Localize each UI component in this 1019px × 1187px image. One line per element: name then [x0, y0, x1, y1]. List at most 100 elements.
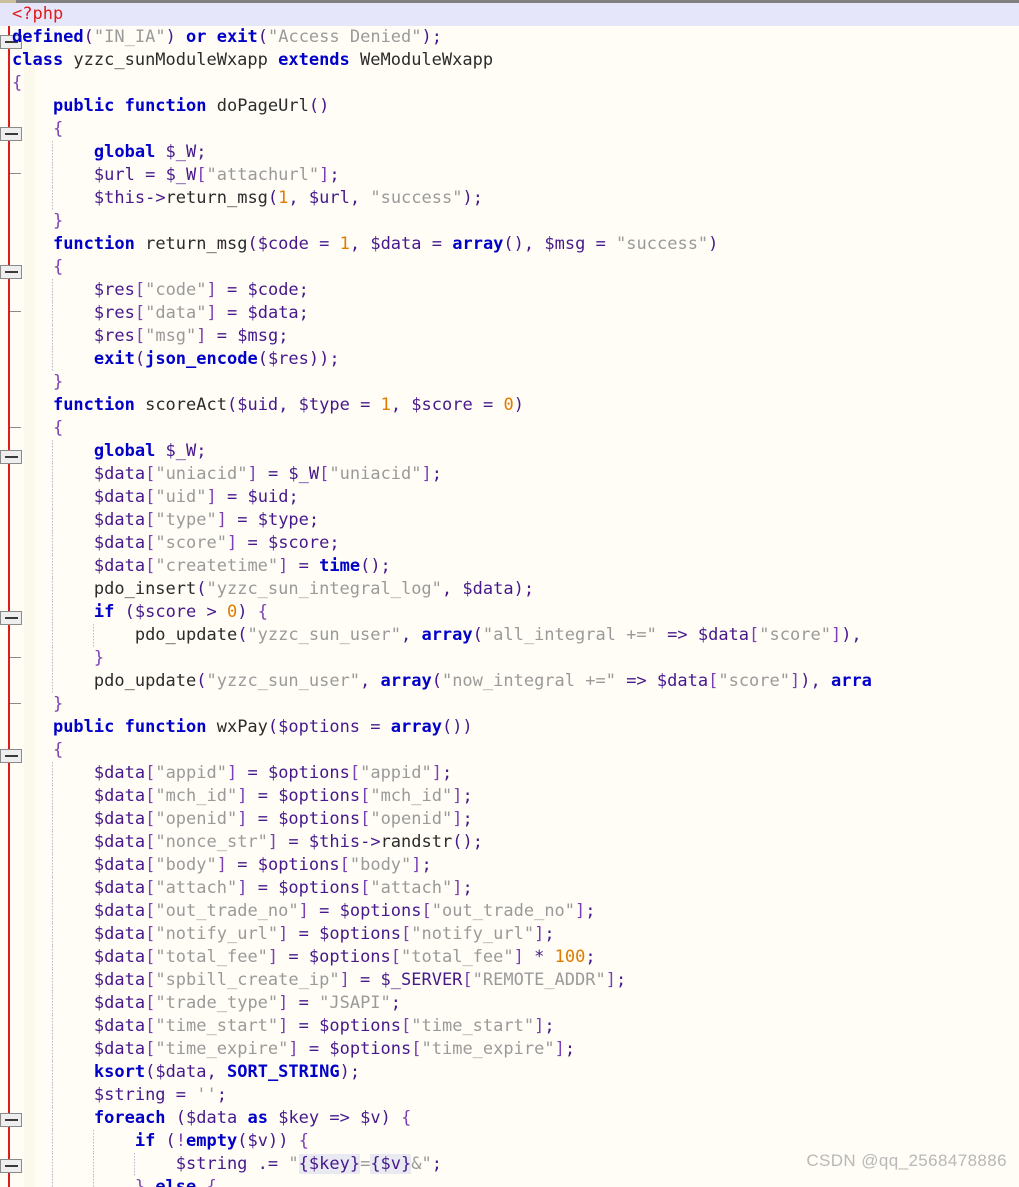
indent-guide — [51, 141, 53, 164]
code-token-kw: ksort — [93, 1062, 146, 1082]
code-line[interactable]: global $_W; — [0, 141, 1019, 164]
code-line[interactable]: $data["appid"] = $options["appid"]; — [0, 762, 1019, 785]
code-line[interactable]: $data["spbill_create_ip"] = $_SERVER["RE… — [0, 969, 1019, 992]
code-line[interactable]: pdo_insert("yzzc_sun_integral_log", $dat… — [0, 578, 1019, 601]
code-token-var: $data — [93, 1039, 146, 1059]
code-line[interactable]: $data["notify_url"] = $options["notify_u… — [0, 923, 1019, 946]
code-line[interactable]: $data["attach"] = $options["attach"]; — [0, 877, 1019, 900]
code-token-brc: ] — [216, 510, 227, 530]
code-token-var: $data — [155, 1062, 207, 1082]
code-line[interactable]: if ($score > 0) { — [0, 601, 1019, 624]
code-token-num: 1 — [278, 188, 289, 208]
code-token-pun: ; — [288, 487, 299, 507]
code-editor-surface[interactable]: <?php defined("IN_IA") or exit("Access De… — [0, 3, 1019, 1187]
code-line[interactable]: } — [0, 210, 1019, 233]
code-token-str: "notify_url" — [411, 924, 535, 944]
code-token-brc: [ — [360, 878, 371, 898]
indent-guide — [51, 1038, 53, 1061]
code-line[interactable]: $res["code"] = $code; — [0, 279, 1019, 302]
code-token-kw: empty — [186, 1131, 238, 1151]
code-line[interactable]: global $_W; — [0, 440, 1019, 463]
code-token-var: $options — [257, 855, 340, 875]
code-line[interactable]: pdo_update("yzzc_sun_user", array("all_i… — [0, 624, 1019, 647]
code-line[interactable]: $data["time_start"] = $options["time_sta… — [0, 1015, 1019, 1038]
code-line[interactable]: $string .= "{$key}={$v}&"; — [0, 1153, 1019, 1176]
code-token-kw: exit — [216, 27, 258, 47]
code-line[interactable]: $data["out_trade_no"] = $options["out_tr… — [0, 900, 1019, 923]
code-token-brc: [ — [145, 786, 156, 806]
code-token-pun: ; — [278, 326, 289, 346]
code-line[interactable]: $data["nonce_str"] = $this->randstr(); — [0, 831, 1019, 854]
code-token-var: $data — [93, 901, 146, 921]
code-line[interactable]: pdo_update("yzzc_sun_user", array("now_i… — [0, 670, 1019, 693]
code-line[interactable]: if (!empty($v)) { — [0, 1130, 1019, 1153]
indent-guide — [51, 624, 53, 647]
code-line[interactable]: $data["uid"] = $uid; — [0, 486, 1019, 509]
code-line[interactable]: $string = ''; — [0, 1084, 1019, 1107]
code-line[interactable]: $data["time_expire"] = $options["time_ex… — [0, 1038, 1019, 1061]
code-token-kw: or — [186, 27, 207, 47]
code-line[interactable]: function scoreAct($uid, $type = 1, $scor… — [0, 394, 1019, 417]
code-line[interactable]: public function wxPay($options = array()… — [0, 716, 1019, 739]
code-line[interactable]: $data["createtime"] = time(); — [0, 555, 1019, 578]
code-line[interactable]: $data["mch_id"] = $options["mch_id"]; — [0, 785, 1019, 808]
code-token-pun: ; — [298, 303, 309, 323]
code-line[interactable]: ksort($data, SORT_STRING); — [0, 1061, 1019, 1084]
code-token-kw: extends — [278, 50, 350, 70]
code-line[interactable]: $data["trade_type"] = "JSAPI"; — [0, 992, 1019, 1015]
code-line[interactable]: } — [0, 647, 1019, 670]
code-token-str: "msg" — [145, 326, 197, 346]
code-content[interactable]: <?php defined("IN_IA") or exit("Access De… — [0, 3, 1019, 1187]
code-token-brc: [ — [401, 924, 412, 944]
code-line[interactable]: class yzzc_sunModuleWxapp extends WeModu… — [0, 49, 1019, 72]
code-line[interactable]: $data["uniacid"] = $_W["uniacid"]; — [0, 463, 1019, 486]
code-line[interactable]: function return_msg($code = 1, $data = a… — [0, 233, 1019, 256]
code-token-brc: [ — [145, 878, 156, 898]
code-line[interactable]: } — [0, 693, 1019, 716]
code-token-kw: foreach — [93, 1108, 166, 1128]
code-line[interactable]: $data["total_fee"] = $options["total_fee… — [0, 946, 1019, 969]
code-token-pun: ; — [196, 142, 207, 162]
code-line[interactable]: $res["data"] = $data; — [0, 302, 1019, 325]
code-token-kw: array — [421, 625, 473, 645]
code-line[interactable]: } — [0, 371, 1019, 394]
code-token-var: $data — [93, 970, 146, 990]
code-line[interactable]: $data["score"] = $score; — [0, 532, 1019, 555]
code-token-brc: } — [52, 694, 64, 714]
code-line[interactable]: $this->return_msg(1, $url, "success"); — [0, 187, 1019, 210]
code-token-var: $data — [370, 234, 422, 254]
code-token-var: $data — [697, 625, 750, 645]
code-line[interactable]: } else { — [0, 1176, 1019, 1187]
code-token-pun: (), — [503, 234, 545, 254]
indent-guide — [133, 1153, 135, 1176]
code-line[interactable]: defined("IN_IA") or exit("Access Denied"… — [0, 26, 1019, 49]
code-token-str: "spbill_create_ip" — [155, 970, 340, 990]
code-line[interactable]: $url = $_W["attachurl"]; — [0, 164, 1019, 187]
code-line[interactable]: exit(json_encode($res)); — [0, 348, 1019, 371]
code-line[interactable]: public function doPageUrl() — [0, 95, 1019, 118]
code-line[interactable]: $data["type"] = $type; — [0, 509, 1019, 532]
code-line[interactable]: $res["msg"] = $msg; — [0, 325, 1019, 348]
code-line[interactable]: $data["openid"] = $options["openid"]; — [0, 808, 1019, 831]
code-line[interactable]: { — [0, 256, 1019, 279]
code-line[interactable]: <?php — [0, 3, 1019, 26]
code-line[interactable]: { — [0, 739, 1019, 762]
code-token-brc: ] — [534, 924, 545, 944]
code-token-var: $data — [186, 1108, 238, 1128]
code-line[interactable]: $data["body"] = $options["body"]; — [0, 854, 1019, 877]
code-token-brc: [ — [145, 832, 156, 852]
code-token-interp: {$v} — [370, 1154, 412, 1174]
code-line[interactable]: { — [0, 118, 1019, 141]
code-token-kw: exit — [93, 349, 135, 369]
code-token-brc: [ — [349, 763, 361, 783]
code-line[interactable]: { — [0, 417, 1019, 440]
code-line[interactable]: foreach ($data as $key => $v) { — [0, 1107, 1019, 1130]
code-line[interactable]: { — [0, 72, 1019, 95]
code-token-pun: , — [441, 579, 463, 599]
